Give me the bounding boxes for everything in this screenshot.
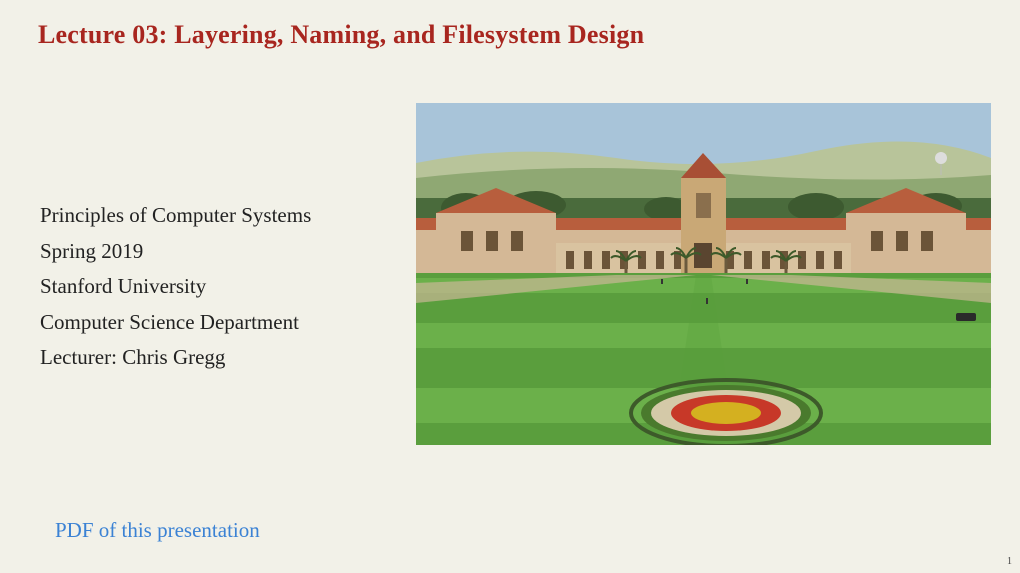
campus-photo <box>416 103 991 445</box>
course-department: Computer Science Department <box>40 307 410 339</box>
course-info-block: Principles of Computer Systems Spring 20… <box>40 100 410 378</box>
slide-title: Lecture 03: Layering, Naming, and Filesy… <box>0 0 1020 50</box>
page-number: 1 <box>1007 556 1012 567</box>
course-lecturer: Lecturer: Chris Gregg <box>40 342 410 374</box>
course-name: Principles of Computer Systems <box>40 200 410 232</box>
course-university: Stanford University <box>40 271 410 303</box>
course-term: Spring 2019 <box>40 236 410 268</box>
pdf-link[interactable]: PDF of this presentation <box>55 518 260 543</box>
